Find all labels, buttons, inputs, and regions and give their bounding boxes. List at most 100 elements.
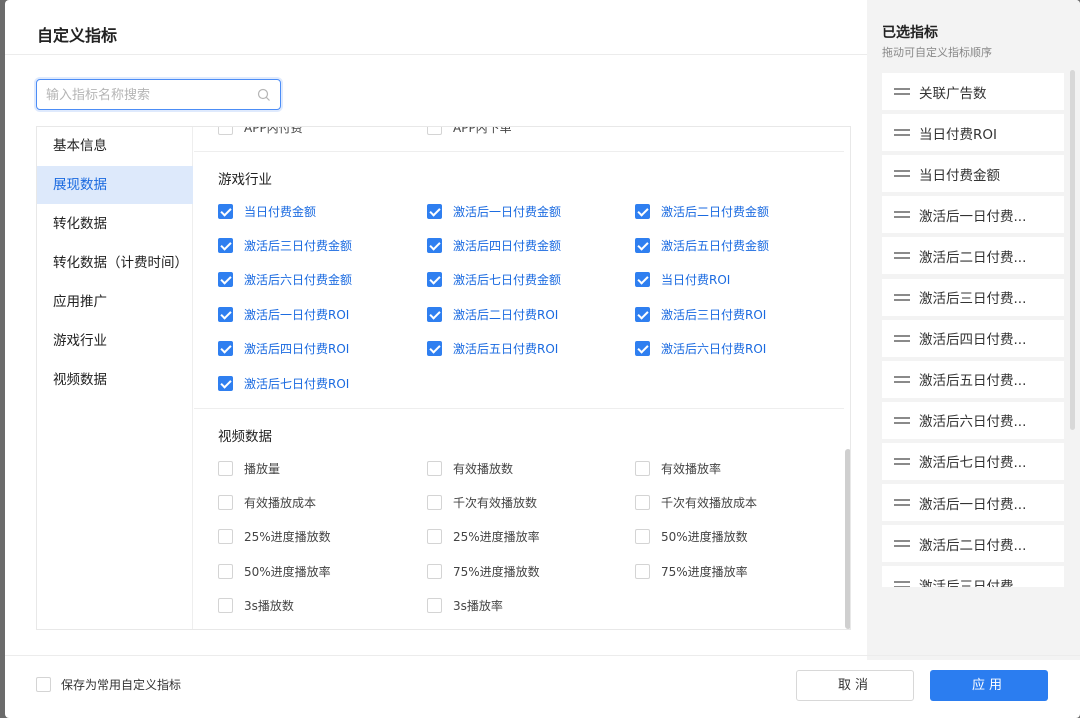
selected-item[interactable]: 激活后三日付费 — [882, 566, 1064, 587]
metric-checkbox[interactable]: 有效播放数 — [427, 458, 513, 478]
metric-checkbox[interactable]: 激活后二日付费金额 — [635, 201, 769, 221]
checkbox-box[interactable] — [635, 563, 650, 579]
checkbox-box[interactable] — [218, 494, 233, 510]
checkbox-box[interactable] — [427, 494, 442, 510]
nav-item[interactable]: 基本信息 — [37, 127, 193, 165]
selected-item[interactable]: 当日付费金额 — [882, 155, 1064, 193]
checkbox-box[interactable] — [427, 598, 442, 614]
nav-item[interactable]: 视频数据 — [37, 361, 193, 399]
drag-handle-icon[interactable] — [894, 211, 910, 219]
cancel-button[interactable]: 取消 — [796, 670, 914, 701]
check-icon[interactable] — [218, 306, 233, 322]
checkbox-box[interactable] — [427, 460, 442, 476]
save-as-common-checkbox[interactable]: 保存为常用自定义指标 — [36, 676, 181, 693]
metric-checkbox[interactable]: 激活后二日付费ROI — [427, 304, 558, 324]
apply-button[interactable]: 应用 — [930, 670, 1048, 701]
drag-handle-icon[interactable] — [894, 416, 910, 424]
checkbox-box[interactable] — [218, 127, 233, 135]
metric-checkbox[interactable]: APP内付费 — [218, 127, 303, 137]
checkbox-box[interactable] — [218, 529, 233, 545]
selected-scrollbar[interactable] — [1070, 70, 1075, 430]
drag-handle-icon[interactable] — [894, 457, 910, 465]
checkbox-box[interactable] — [635, 494, 650, 510]
check-icon[interactable] — [427, 272, 442, 288]
drag-handle-icon[interactable] — [894, 499, 910, 506]
selected-item[interactable]: 激活后七日付费... — [882, 442, 1064, 480]
metric-checkbox[interactable]: 75%进度播放率 — [635, 561, 748, 581]
selected-item[interactable]: 激活后六日付费... — [882, 401, 1064, 439]
metric-checkbox[interactable]: 激活后七日付费金额 — [427, 270, 561, 290]
metric-checkbox[interactable]: 25%进度播放率 — [427, 527, 540, 547]
drag-handle-icon[interactable] — [894, 293, 910, 301]
drag-handle-icon[interactable] — [894, 252, 910, 260]
checkbox-box[interactable] — [218, 563, 233, 579]
check-icon[interactable] — [427, 341, 442, 357]
nav-item[interactable]: 转化数据（计费时间） — [37, 244, 193, 282]
check-icon[interactable] — [218, 375, 233, 391]
selected-item[interactable]: 激活后一日付费... — [882, 484, 1064, 521]
check-icon[interactable] — [635, 237, 650, 253]
metric-checkbox[interactable]: 激活后五日付费ROI — [427, 339, 558, 359]
check-icon[interactable] — [427, 237, 442, 253]
check-icon[interactable] — [218, 272, 233, 288]
metric-checkbox[interactable]: 当日付费金额 — [218, 201, 316, 221]
check-icon[interactable] — [635, 341, 650, 357]
metric-checkbox[interactable]: 25%进度播放数 — [218, 527, 331, 547]
metric-checkbox[interactable]: 播放量 — [218, 458, 280, 478]
check-icon[interactable] — [635, 272, 650, 288]
metric-checkbox[interactable]: 激活后四日付费金额 — [427, 235, 561, 255]
metric-checkbox[interactable]: 75%进度播放数 — [427, 561, 540, 581]
metric-checkbox[interactable]: 有效播放率 — [635, 458, 721, 478]
drag-handle-icon[interactable] — [894, 129, 910, 137]
check-icon[interactable] — [427, 203, 442, 219]
metric-checkbox[interactable]: 激活后三日付费ROI — [635, 304, 766, 324]
selected-item[interactable]: 激活后二日付费... — [882, 237, 1064, 275]
check-icon[interactable] — [427, 306, 442, 322]
selected-item[interactable]: 激活后三日付费... — [882, 278, 1064, 316]
nav-item[interactable]: 展现数据 — [37, 166, 193, 204]
selected-item[interactable]: 激活后四日付费... — [882, 319, 1064, 357]
search-icon[interactable] — [257, 88, 271, 102]
metric-checkbox[interactable]: APP内下单 — [427, 127, 512, 137]
search-box[interactable] — [36, 79, 281, 110]
content-scrollbar[interactable] — [845, 449, 850, 629]
metric-checkbox[interactable]: 激活后五日付费金额 — [635, 235, 769, 255]
check-icon[interactable] — [218, 203, 233, 219]
metric-checkbox[interactable]: 50%进度播放数 — [635, 527, 748, 547]
checkbox-box[interactable] — [218, 460, 233, 476]
metric-checkbox[interactable]: 激活后六日付费ROI — [635, 339, 766, 359]
drag-handle-icon[interactable] — [894, 88, 910, 95]
metric-checkbox[interactable]: 3s播放率 — [427, 596, 503, 616]
checkbox-box[interactable] — [635, 460, 650, 476]
metric-checkbox[interactable]: 激活后三日付费金额 — [218, 235, 352, 255]
drag-handle-icon[interactable] — [894, 540, 910, 548]
check-icon[interactable] — [635, 306, 650, 322]
selected-item[interactable]: 当日付费ROI — [882, 114, 1064, 152]
metric-checkbox[interactable]: 激活后六日付费金额 — [218, 270, 352, 290]
checkbox-box[interactable] — [36, 677, 51, 692]
metric-checkbox[interactable]: 千次有效播放成本 — [635, 492, 757, 512]
check-icon[interactable] — [218, 341, 233, 357]
drag-handle-icon[interactable] — [894, 581, 910, 587]
nav-item[interactable]: 转化数据 — [37, 205, 193, 243]
metric-checkbox[interactable]: 激活后一日付费金额 — [427, 201, 561, 221]
metric-checkbox[interactable]: 50%进度播放率 — [218, 561, 331, 581]
selected-item[interactable]: 关联广告数 — [882, 73, 1064, 110]
search-input[interactable] — [46, 86, 246, 104]
check-icon[interactable] — [635, 203, 650, 219]
nav-item[interactable]: 应用推广 — [37, 283, 193, 321]
checkbox-box[interactable] — [427, 529, 442, 545]
metric-checkbox[interactable]: 有效播放成本 — [218, 492, 316, 512]
metric-checkbox[interactable]: 激活后四日付费ROI — [218, 339, 349, 359]
check-icon[interactable] — [218, 237, 233, 253]
selected-item[interactable]: 激活后五日付费... — [882, 360, 1064, 398]
checkbox-box[interactable] — [218, 598, 233, 614]
drag-handle-icon[interactable] — [894, 170, 910, 178]
drag-handle-icon[interactable] — [894, 334, 910, 342]
metric-checkbox[interactable]: 当日付费ROI — [635, 270, 730, 290]
checkbox-box[interactable] — [427, 127, 442, 135]
metric-checkbox[interactable]: 激活后一日付费ROI — [218, 304, 349, 324]
metric-checkbox[interactable]: 激活后七日付费ROI — [218, 373, 349, 393]
selected-item[interactable]: 激活后二日付费... — [882, 525, 1064, 563]
drag-handle-icon[interactable] — [894, 375, 910, 383]
